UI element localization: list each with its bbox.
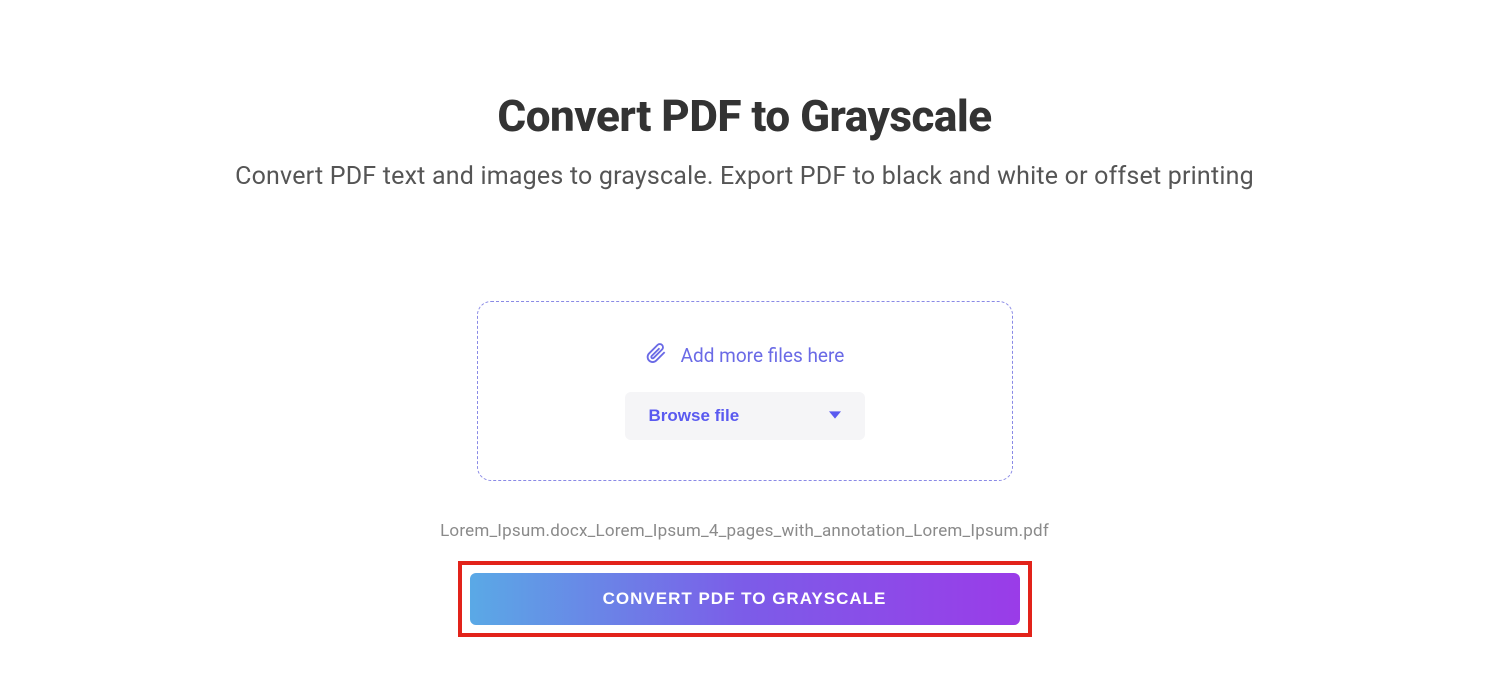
uploaded-filename: Lorem_Ipsum.docx_Lorem_Ipsum_4_pages_wit… <box>440 521 1049 541</box>
page-title: Convert PDF to Grayscale <box>497 90 991 142</box>
convert-button[interactable]: CONVERT PDF TO GRAYSCALE <box>470 573 1020 625</box>
highlight-annotation: CONVERT PDF TO GRAYSCALE <box>458 561 1032 637</box>
chevron-down-icon <box>829 409 841 424</box>
add-more-files-label: Add more files here <box>681 344 845 367</box>
page-subtitle: Convert PDF text and images to grayscale… <box>235 162 1254 191</box>
browse-file-label: Browse file <box>649 406 740 426</box>
file-dropzone[interactable]: Add more files here Browse file <box>477 301 1013 481</box>
paperclip-icon <box>645 342 667 368</box>
browse-file-button[interactable]: Browse file <box>625 392 865 440</box>
add-more-files-row[interactable]: Add more files here <box>645 342 845 368</box>
